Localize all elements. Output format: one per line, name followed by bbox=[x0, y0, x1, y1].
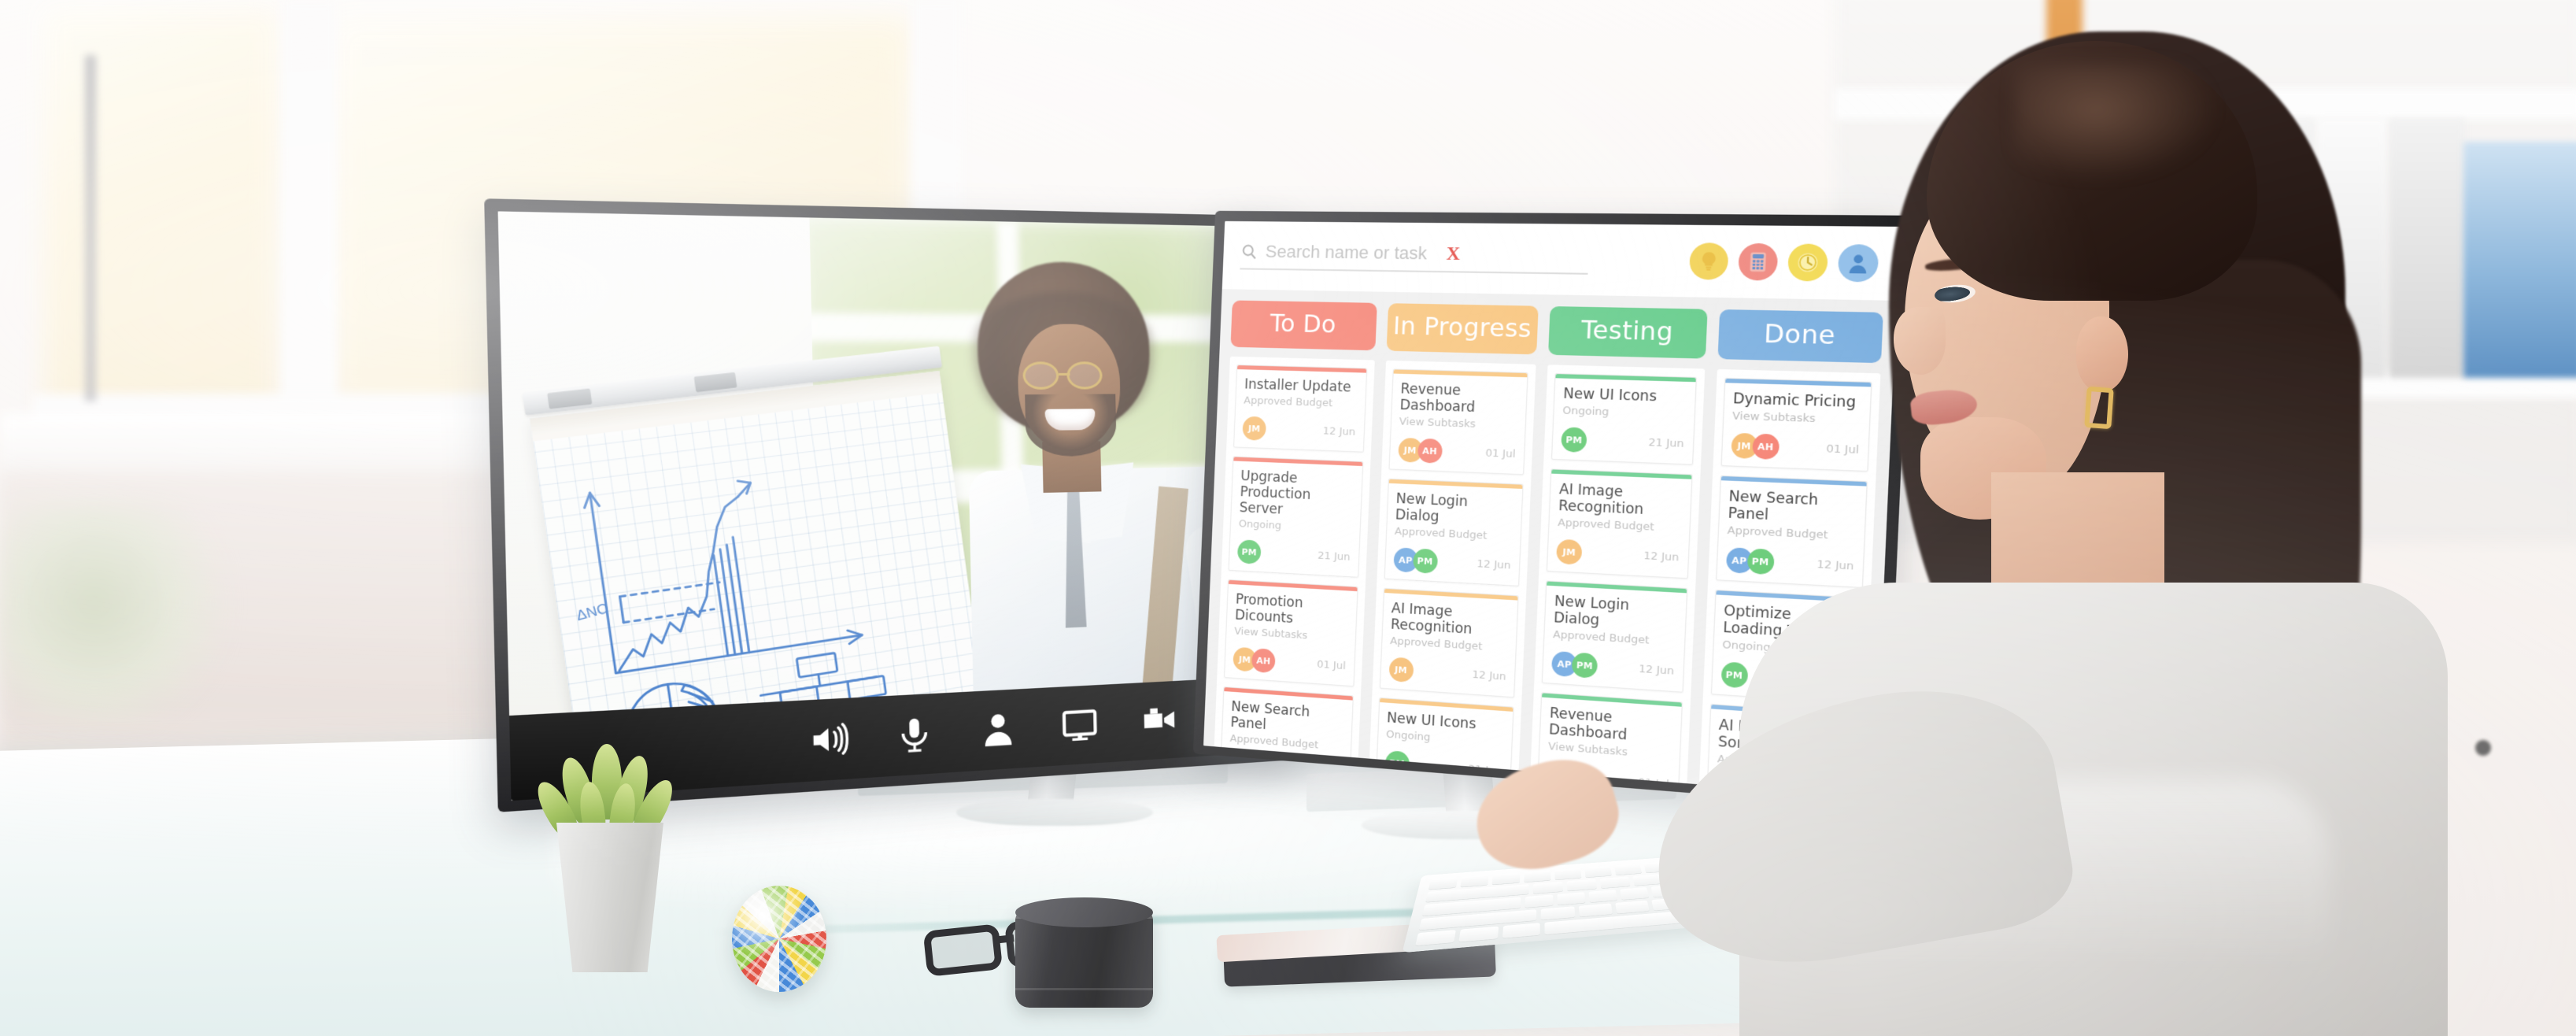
task-card[interactable]: Upgrade Production Server Ongoing PM 21 … bbox=[1229, 456, 1363, 578]
kanban-column-testing: Testing New UI Icons Ongoing PM 21 Jun A… bbox=[1530, 306, 1707, 783]
avatar: PM bbox=[1412, 549, 1437, 574]
card-title: Installer Update bbox=[1236, 369, 1366, 396]
avatar: AH bbox=[1417, 438, 1442, 464]
card-avatars: PM bbox=[1384, 750, 1410, 770]
search-bar[interactable]: Search name or task X bbox=[1240, 241, 1589, 275]
woman-at-desk bbox=[1794, 8, 2576, 1036]
card-avatars: AP PM bbox=[1725, 547, 1774, 575]
card-title: Promotion Dicounts bbox=[1227, 584, 1357, 631]
avatar: PM bbox=[1720, 662, 1748, 689]
speaker-top bbox=[1015, 897, 1153, 927]
calculator-icon[interactable] bbox=[1738, 243, 1778, 281]
card-avatars: JM AH bbox=[1731, 433, 1780, 460]
card-avatars: AP PM bbox=[1551, 651, 1598, 679]
avatar: PM bbox=[1237, 539, 1262, 564]
card-title: New Login Dialog bbox=[1545, 586, 1686, 635]
ear bbox=[2076, 316, 2128, 392]
avatar: PM bbox=[1561, 427, 1587, 453]
microphone-icon[interactable] bbox=[894, 714, 934, 755]
card-date: 01 Jul bbox=[1317, 658, 1346, 672]
card-date: 12 Jun bbox=[1639, 663, 1675, 678]
kanban-column-inprogress: In Progress Revenue Dashboard View Subta… bbox=[1369, 303, 1538, 770]
card-title: AI Image Recognition bbox=[1550, 474, 1691, 520]
card-date: 21 Jun bbox=[1318, 549, 1351, 563]
video-call-app: ΔΝΟ bbox=[498, 211, 1290, 801]
card-title: AI Image Recognition bbox=[1382, 593, 1517, 641]
avatar: PM bbox=[1572, 653, 1598, 679]
task-card[interactable]: New Search Panel Approved Budget AP PM 1… bbox=[1219, 686, 1353, 757]
presenter-glasses bbox=[1019, 361, 1120, 390]
task-card[interactable]: Installer Update Approved Budget JM 12 J… bbox=[1233, 364, 1367, 453]
video-call-screen: ΔΝΟ bbox=[498, 211, 1290, 801]
card-avatars: AP PM bbox=[1393, 547, 1438, 574]
card-avatars: PM bbox=[1720, 662, 1748, 689]
office-scene: ΔΝΟ Search name or task X To Do Installe… bbox=[0, 0, 2576, 1036]
column-body-testing: New UI Icons Ongoing PM 21 Jun AI Image … bbox=[1530, 364, 1704, 783]
card-avatars: JM bbox=[1242, 416, 1266, 441]
avatar: AH bbox=[1251, 648, 1276, 673]
card-title: Upgrade Production Server bbox=[1232, 461, 1362, 522]
card-date: 01 Jul bbox=[1638, 776, 1669, 783]
column-header-testing[interactable]: Testing bbox=[1548, 306, 1707, 359]
rubber-band-ball bbox=[732, 886, 826, 992]
monitor-left-video-call: ΔΝΟ bbox=[484, 198, 1300, 812]
task-card[interactable]: New Login Dialog Approved Budget AP PM 1… bbox=[1542, 581, 1687, 693]
card-date: 12 Jun bbox=[1322, 425, 1355, 438]
video-camera-icon[interactable] bbox=[1140, 701, 1177, 740]
avatar: PM bbox=[1247, 756, 1271, 757]
card-title: New UI Icons bbox=[1554, 378, 1695, 406]
hair-sheen bbox=[2015, 63, 2219, 181]
card-avatars: JM AH bbox=[1233, 647, 1276, 674]
gold-earring bbox=[2084, 387, 2114, 429]
avatar: JM bbox=[1242, 416, 1266, 441]
participants-icon[interactable] bbox=[978, 710, 1017, 750]
search-input-placeholder[interactable]: Search name or task bbox=[1265, 242, 1427, 265]
card-title: New Login Dialog bbox=[1387, 483, 1522, 529]
card-avatars: JM bbox=[1556, 539, 1582, 565]
svg-text:ΔΝΟ: ΔΝΟ bbox=[575, 600, 610, 623]
nose bbox=[1894, 307, 1946, 375]
task-card[interactable]: New UI Icons Ongoing PM 21 Jun bbox=[1375, 697, 1513, 770]
avatar: PM bbox=[1384, 750, 1410, 770]
column-header-inprogress[interactable]: In Progress bbox=[1386, 303, 1539, 354]
avatar: PM bbox=[1746, 549, 1774, 575]
avatar: JM bbox=[1556, 539, 1582, 565]
search-icon bbox=[1240, 242, 1258, 260]
task-card[interactable]: Promotion Dicounts View Subtasks JM AH 0… bbox=[1224, 579, 1358, 687]
monitor-bezel: ΔΝΟ bbox=[484, 198, 1300, 812]
column-header-todo[interactable]: To Do bbox=[1230, 300, 1377, 350]
column-body-inprogress: Revenue Dashboard View Subtasks JM AH 01… bbox=[1369, 361, 1536, 771]
card-date: 12 Jun bbox=[1476, 558, 1511, 572]
card-date: 12 Jun bbox=[1643, 549, 1680, 564]
avatar: AH bbox=[1752, 434, 1780, 460]
speaker-icon[interactable] bbox=[808, 719, 848, 760]
column-body-todo: Installer Update Approved Budget JM 12 J… bbox=[1214, 357, 1375, 758]
task-card[interactable]: AI Image Recognition Approved Budget JM … bbox=[1379, 588, 1518, 698]
task-card[interactable]: Revenue Dashboard View Subtasks JM AH 01… bbox=[1388, 368, 1528, 475]
card-avatars: PM bbox=[1561, 427, 1587, 453]
clear-search-button[interactable]: X bbox=[1446, 243, 1460, 265]
task-card[interactable]: AI Image Recognition Approved Budget JM … bbox=[1547, 468, 1692, 579]
card-avatars: PM bbox=[1237, 539, 1262, 564]
card-date: 21 Jun bbox=[1648, 436, 1684, 450]
card-date: 12 Jun bbox=[1472, 668, 1506, 683]
card-date: 21 Jun bbox=[1468, 763, 1502, 770]
card-avatars: JM bbox=[1388, 657, 1414, 683]
avatar: JM bbox=[1388, 657, 1414, 683]
screen-share-icon[interactable] bbox=[1060, 705, 1098, 745]
kanban-column-todo: To Do Installer Update Approved Budget J… bbox=[1214, 300, 1377, 757]
task-card[interactable]: New UI Icons Ongoing PM 21 Jun bbox=[1551, 373, 1696, 465]
task-card[interactable]: New Login Dialog Approved Budget AP PM 1… bbox=[1384, 479, 1523, 586]
lightbulb-icon[interactable] bbox=[1689, 242, 1729, 280]
card-avatars: JM AH bbox=[1398, 438, 1443, 464]
card-title: Revenue Dashboard bbox=[1391, 374, 1527, 418]
dual-monitor-setup: ΔΝΟ Search name or task X To Do Installe… bbox=[0, 0, 1889, 834]
card-date: 01 Jul bbox=[1485, 447, 1516, 461]
